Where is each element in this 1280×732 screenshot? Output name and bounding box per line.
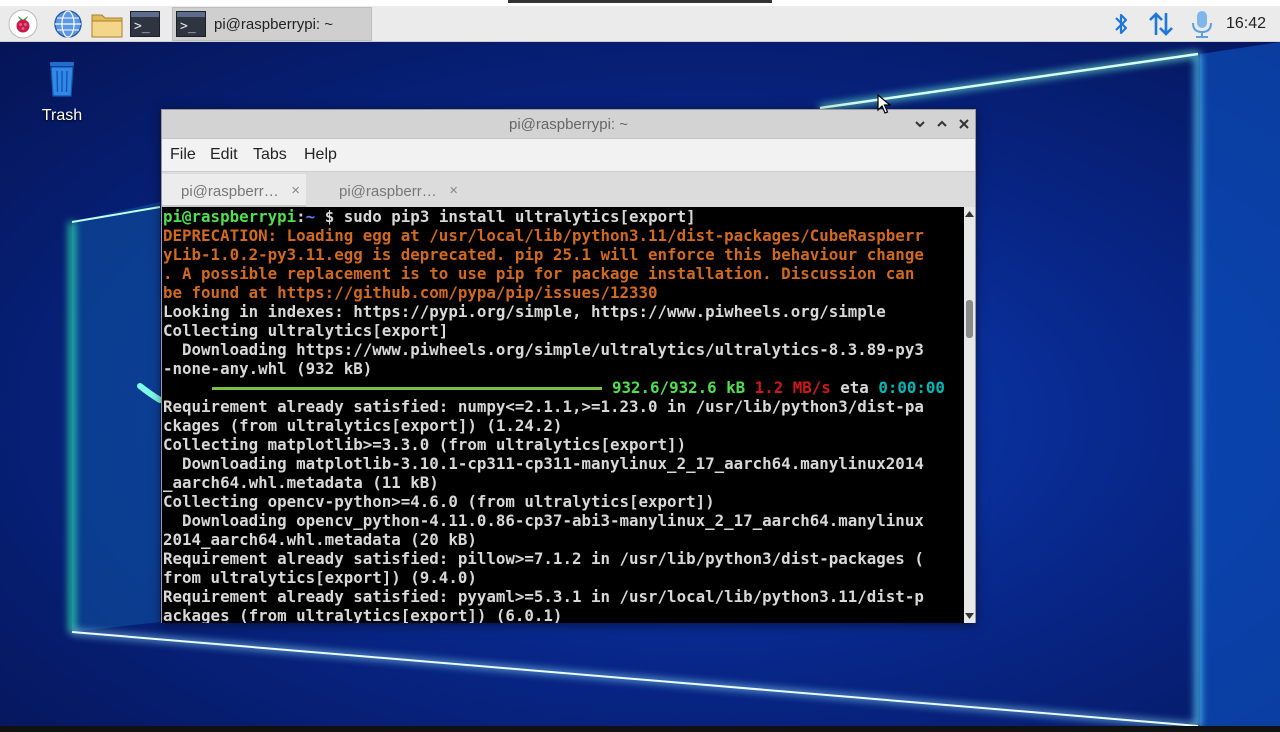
trash-label: Trash [41,107,83,124]
output-line: Collecting ultralytics[export] [163,321,449,340]
mouse-pointer-icon [877,94,891,114]
output-line: Collecting matplotlib>=3.3.0 (from ultra… [163,435,687,454]
output-line: Downloading https://www.piwheels.org/sim… [163,340,924,359]
download-progress-bar [212,387,602,390]
trash-icon [50,62,74,97]
terminal-launcher-icon[interactable]: >_ [129,9,161,39]
output-line: Requirement already satisfied: numpy<=2.… [163,397,924,416]
window-title: pi@raspberrypi: ~ [508,116,629,133]
progress-line: 932.6/932.6 kB 1.2 MB/s eta 0:00:00 [163,378,964,397]
progress-eta-label: eta [840,378,869,397]
tab-bar: pi@raspberr… × pi@raspberr… × [162,171,975,208]
minimize-button[interactable] [912,116,928,132]
bluetooth-icon[interactable] [1106,9,1136,39]
output-line: _aarch64.whl.metadata (11 kB) [163,473,439,492]
output-line: yLib-1.0.2-py3.11.egg is deprecated. pip… [163,245,924,264]
progress-size: 932.6/932.6 kB [612,378,746,397]
tab-terminal-1[interactable]: pi@raspberr… × [162,174,306,208]
menu-bar: File Edit Tabs Help [162,139,975,171]
output-line: Downloading opencv_python-4.11.0.86-cp37… [163,511,924,530]
output-line: ckages (from ultralytics[export]) (1.24.… [163,416,563,435]
output-line: Looking in indexes: https://pypi.org/sim… [163,302,886,321]
tab-label: pi@raspberr… [339,183,437,200]
network-icon[interactable] [1146,9,1176,39]
output-line: ackages (from ultralytics[export]) (6.0.… [163,606,563,623]
output-line: Requirement already satisfied: pyyaml>=5… [163,587,924,606]
tab-close-button[interactable]: × [449,182,458,199]
scrollbar-thumb[interactable] [966,300,973,338]
scroll-up-icon[interactable] [964,209,975,219]
web-browser-icon[interactable] [53,9,83,39]
output-line: Downloading matplotlib-3.10.1-cp311-cp31… [163,454,924,473]
trash-desktop-icon[interactable]: Trash [30,56,94,125]
close-icon [959,119,969,129]
taskbar-panel: >_ >_ pi@raspberrypi: ~ 16:42 [0,6,1280,42]
raspberry-menu-icon[interactable] [8,9,38,39]
chevron-up-icon [937,120,947,127]
command-text: sudo pip3 install ultralytics[export] [343,207,696,226]
terminal-window: pi@raspberrypi: ~ File Edit Tabs Help pi… [161,109,976,623]
chevron-down-icon [915,121,925,128]
microphone-icon[interactable] [1187,9,1217,39]
file-manager-icon[interactable] [90,9,124,39]
output-line: DEPRECATION: Loading egg at /usr/local/l… [163,226,924,245]
window-titlebar[interactable]: pi@raspberrypi: ~ [162,110,975,139]
prompt-separator: : [296,207,306,226]
terminal-output[interactable]: pi@raspberrypi:~ $ sudo pip3 install ult… [162,207,964,623]
output-line: Requirement already satisfied: pillow>=7… [163,549,924,568]
prompt-dollar: $ [315,207,344,226]
prompt-user: pi@raspberrypi [163,207,297,226]
output-line: Collecting opencv-python>=4.6.0 (from ul… [163,492,715,511]
output-line: be found at https://github.com/pypa/pip/… [163,283,658,302]
tab-label: pi@raspberr… [181,183,279,200]
terminal-window-icon: >_ [176,11,206,37]
tab-close-button[interactable]: × [291,182,300,199]
screen-bottom-edge [0,726,1280,732]
menu-tabs[interactable]: Tabs [253,146,287,164]
progress-eta: 0:00:00 [878,378,945,397]
maximize-button[interactable] [934,116,950,132]
terminal-scrollbar[interactable] [964,207,975,623]
progress-speed: 1.2 MB/s [754,378,831,397]
output-line: from ultralytics[export]) (9.4.0) [163,568,477,587]
tab-terminal-2[interactable]: pi@raspberr… × [320,174,464,208]
prompt-path: ~ [305,207,316,226]
scroll-down-icon[interactable] [964,611,975,621]
menu-help[interactable]: Help [304,146,337,164]
output-line: -none-any.whl (932 kB) [163,359,373,378]
output-line: . A possible replacement is to use pip f… [163,264,915,283]
close-window-button[interactable] [956,116,972,132]
taskbar-window-button[interactable]: >_ pi@raspberrypi: ~ [172,7,372,41]
menu-edit[interactable]: Edit [210,146,238,164]
prompt-line: pi@raspberrypi:~ $ sudo pip3 install ult… [163,207,964,226]
clock[interactable]: 16:42 [1226,15,1266,33]
menu-file[interactable]: File [170,146,196,164]
taskbar-window-label: pi@raspberrypi: ~ [214,15,334,33]
output-line: 2014_aarch64.whl.metadata (20 kB) [163,530,477,549]
